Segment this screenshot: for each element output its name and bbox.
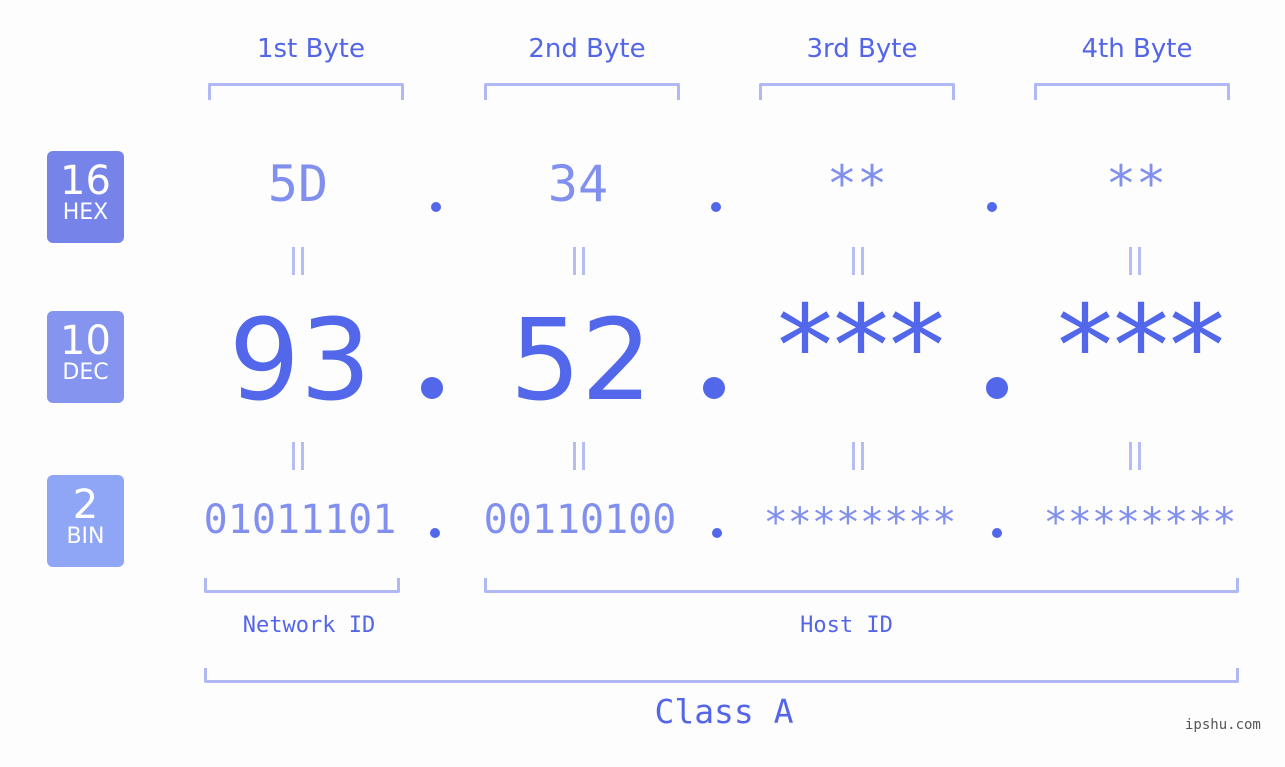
byte-bracket-2 <box>484 83 680 100</box>
hex-byte-1: 5D <box>267 155 329 213</box>
bin-dot-1 <box>430 528 440 538</box>
class-label: Class A <box>654 692 794 731</box>
byte-bracket-4 <box>1034 83 1230 100</box>
host-id-label: Host ID <box>800 613 893 638</box>
dec-byte-1: 93 <box>228 296 372 426</box>
equals-icon <box>1128 442 1142 470</box>
class-bracket <box>204 668 1239 683</box>
dec-dot-3 <box>986 377 1008 399</box>
equals-icon <box>572 247 586 275</box>
bin-badge-base: 2 <box>72 482 99 528</box>
hex-badge-label: HEX <box>62 200 109 225</box>
bin-badge-label: BIN <box>66 524 105 549</box>
dec-dot-1 <box>421 377 443 399</box>
bin-byte-3: ******** <box>763 500 957 546</box>
watermark: ipshu.com <box>1185 717 1261 733</box>
equals-icon <box>851 442 865 470</box>
equals-icon <box>851 247 865 275</box>
bin-badge: 2 BIN <box>47 475 124 567</box>
hex-badge-base: 16 <box>60 158 111 204</box>
dec-badge: 10 DEC <box>47 311 124 403</box>
hex-badge: 16 HEX <box>47 151 124 243</box>
dec-byte-2: 52 <box>509 296 653 426</box>
dec-badge-label: DEC <box>62 360 109 385</box>
bin-byte-1: 01011101 <box>203 497 397 543</box>
byte-header-3: 3rd Byte <box>806 34 918 64</box>
hex-dot-3 <box>987 202 997 212</box>
network-id-bracket <box>204 578 400 593</box>
hex-byte-2: 34 <box>547 155 609 213</box>
byte-header-2: 2nd Byte <box>528 34 646 64</box>
hex-byte-4: ** <box>1105 155 1167 213</box>
bin-dot-3 <box>992 528 1002 538</box>
equals-icon <box>572 442 586 470</box>
network-id-label: Network ID <box>242 613 376 638</box>
equals-icon <box>291 247 305 275</box>
hex-dot-1 <box>431 202 441 212</box>
byte-bracket-1 <box>208 83 404 100</box>
bin-byte-2: 00110100 <box>483 497 677 543</box>
byte-bracket-3 <box>759 83 955 100</box>
bin-byte-4: ******** <box>1043 500 1237 546</box>
equals-icon <box>1128 247 1142 275</box>
host-id-bracket <box>484 578 1239 593</box>
dec-byte-4: *** <box>1057 282 1225 412</box>
hex-dot-2 <box>711 202 721 212</box>
dec-dot-2 <box>703 377 725 399</box>
dec-badge-base: 10 <box>60 318 111 364</box>
hex-byte-3: ** <box>826 155 888 213</box>
equals-icon <box>291 442 305 470</box>
bin-dot-2 <box>712 528 722 538</box>
byte-header-1: 1st Byte <box>257 34 365 64</box>
dec-byte-3: *** <box>777 282 945 412</box>
byte-header-4: 4th Byte <box>1081 34 1193 64</box>
